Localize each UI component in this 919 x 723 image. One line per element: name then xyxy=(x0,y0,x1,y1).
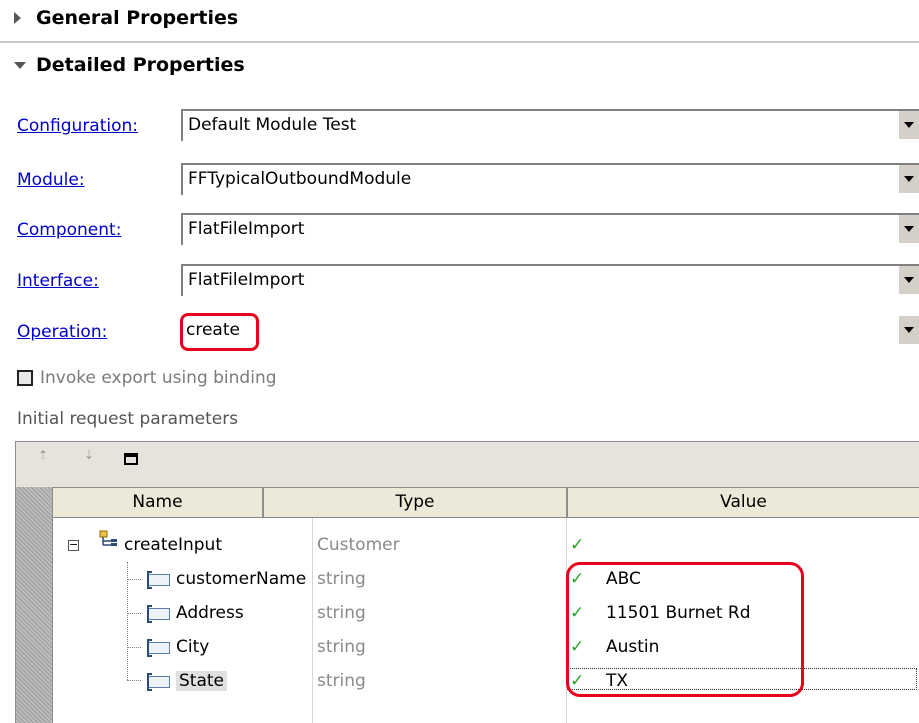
module-combo[interactable]: FFTypicalOutboundModule xyxy=(181,163,919,195)
row-type: string xyxy=(317,637,366,657)
component-value: FlatFileImport xyxy=(188,219,305,239)
values-annotation-box xyxy=(566,562,804,697)
table-row[interactable]: − createInput Customer ✓ xyxy=(52,528,919,562)
interface-link[interactable]: Interface: xyxy=(17,271,99,291)
invoke-export-label: Invoke export using binding xyxy=(40,368,277,388)
row-name: createInput xyxy=(124,535,222,555)
invoke-export-checkbox[interactable] xyxy=(17,370,33,386)
column-header-name[interactable]: Name xyxy=(52,487,263,518)
move-down-icon[interactable]: ⇣ xyxy=(80,449,98,472)
interface-value: FlatFileImport xyxy=(188,270,305,290)
detailed-properties-title: Detailed Properties xyxy=(36,54,245,76)
section-divider xyxy=(0,41,919,43)
dropdown-arrow-icon[interactable] xyxy=(898,165,919,193)
move-up-icon[interactable]: ⇡ xyxy=(34,449,52,472)
dropdown-arrow-icon[interactable] xyxy=(898,111,919,139)
row-name: Address xyxy=(176,603,244,623)
row-type: string xyxy=(317,603,366,623)
dropdown-arrow-icon[interactable] xyxy=(898,316,919,344)
configuration-combo[interactable]: Default Module Test xyxy=(181,109,919,141)
detailed-properties-section[interactable]: Detailed Properties xyxy=(0,51,919,81)
row-type: string xyxy=(317,569,366,589)
row-name: State xyxy=(176,664,317,698)
table-toolbar: ⇡ ⇣ xyxy=(16,442,919,487)
field-icon xyxy=(147,605,170,623)
field-icon xyxy=(147,571,170,589)
general-properties-title: General Properties xyxy=(36,7,239,29)
component-link[interactable]: Component: xyxy=(17,220,121,240)
row-name-selected: State xyxy=(176,671,227,691)
interface-combo[interactable]: FlatFileImport xyxy=(181,264,919,296)
module-link[interactable]: Module: xyxy=(17,170,85,190)
check-icon: ✓ xyxy=(570,535,585,555)
collapsed-arrow-icon xyxy=(14,12,21,24)
general-properties-section[interactable]: General Properties xyxy=(0,4,919,43)
business-object-icon xyxy=(99,530,117,546)
column-header-value[interactable]: Value xyxy=(567,487,919,518)
component-combo[interactable]: FlatFileImport xyxy=(181,213,919,245)
expanded-arrow-icon xyxy=(14,62,26,69)
operation-link[interactable]: Operation: xyxy=(17,322,107,342)
configuration-value: Default Module Test xyxy=(188,115,357,135)
window-icon[interactable] xyxy=(124,453,138,465)
row-type: string xyxy=(317,671,366,691)
row-name: customerName xyxy=(176,569,307,589)
row-selector-gutter[interactable] xyxy=(16,487,53,723)
dropdown-arrow-icon[interactable] xyxy=(898,266,919,294)
collapse-icon[interactable]: − xyxy=(68,539,79,551)
operation-annotation-box xyxy=(180,313,259,351)
field-icon xyxy=(147,639,170,657)
row-type: Customer xyxy=(317,535,400,555)
field-icon xyxy=(147,673,170,691)
operation-combo[interactable]: create xyxy=(181,316,919,348)
initial-request-parameters-label: Initial request parameters xyxy=(17,409,239,429)
row-name: City xyxy=(176,637,210,657)
configuration-link[interactable]: Configuration: xyxy=(17,116,138,136)
module-value: FFTypicalOutboundModule xyxy=(188,169,412,189)
dropdown-arrow-icon[interactable] xyxy=(898,215,919,243)
column-header-type[interactable]: Type xyxy=(263,487,567,518)
